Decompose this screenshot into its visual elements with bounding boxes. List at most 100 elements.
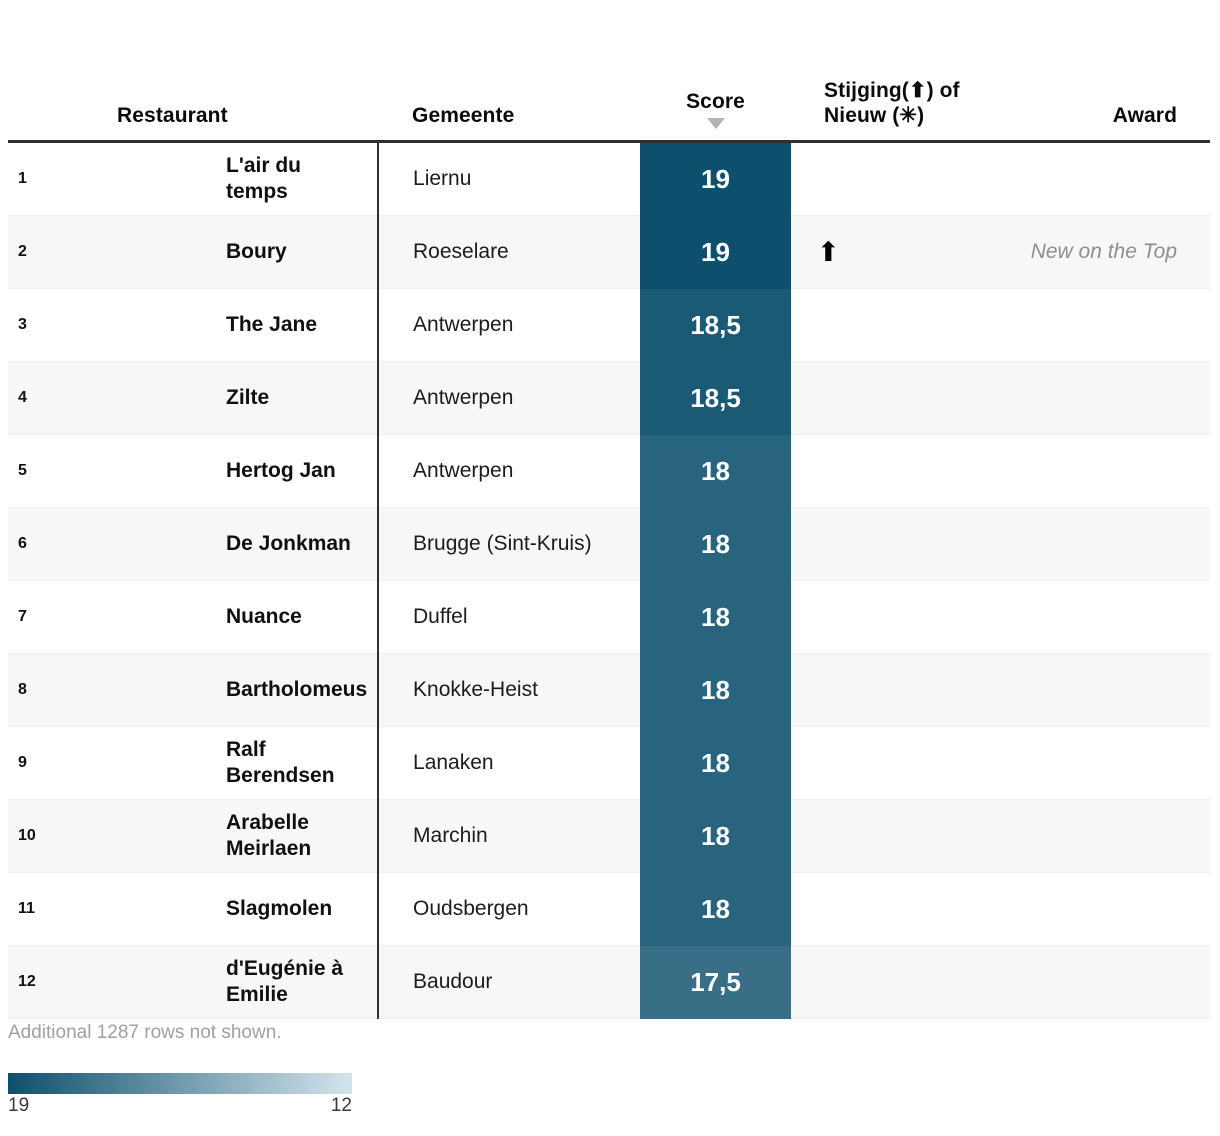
column-header-gemeente-label: Gemeente (412, 104, 515, 128)
row-rank: 1 (18, 170, 27, 187)
column-header-gemeente[interactable]: Gemeente (378, 40, 641, 143)
row-award: New on the Top (961, 215, 1211, 289)
row-rank: 7 (18, 608, 27, 625)
row-gemeente: Liernu (413, 166, 472, 190)
row-award (961, 945, 1211, 1019)
row-restaurant-name: Slagmolen (117, 872, 380, 946)
rows-not-shown-note: Additional 1287 rows not shown. (8, 1022, 282, 1043)
table-row[interactable]: 1 L'air du temps Liernu 19 (8, 141, 1211, 216)
row-award (961, 799, 1211, 873)
table-row[interactable]: 10 Arabelle Meirlaen Marchin 18 (8, 799, 1211, 873)
row-restaurant-name: Bartholomeus (117, 653, 380, 727)
row-gemeente: Marchin (378, 799, 641, 873)
table-row[interactable]: 9 Ralf Berendsen Lanaken 18 (8, 726, 1211, 800)
row-score: 17,5 (640, 945, 792, 1019)
row-rise-empty (791, 507, 962, 581)
row-award (961, 435, 1210, 508)
table-body: 1 L'air du temps Liernu 19 2 Boury Roeselare 19… (8, 141, 1211, 1019)
table-row[interactable]: 2 Boury Roeselare 19 ⬆ New on the Top (8, 215, 1211, 289)
table-row[interactable]: 8 Bartholomeus Knokke-Heist 18 (8, 653, 1211, 727)
row-score: 18 (640, 507, 792, 581)
row-award (961, 873, 1210, 946)
column-header-restaurant[interactable]: Restaurant (8, 40, 379, 143)
row-score: 18 (640, 872, 792, 946)
row-rise-empty (791, 581, 961, 654)
restaurant-ranking-table: Restaurant Gemeente Score Stijging(⬆) of… (8, 40, 1211, 1019)
row-score: 19 (640, 215, 792, 289)
row-gemeente: Roeselare (378, 215, 641, 289)
column-header-stijging-nieuw-label: Stijging(⬆) of Nieuw (✳) (824, 78, 960, 128)
row-rise-empty (791, 727, 961, 800)
row-rank: 6 (8, 507, 117, 581)
row-score: 18 (640, 434, 792, 508)
column-header-score[interactable]: Score (640, 40, 792, 143)
row-restaurant-name: d'Eugénie à Emilie (117, 945, 380, 1019)
table-row[interactable]: 12 d'Eugénie à Emilie Baudour 17,5 (8, 945, 1211, 1019)
row-score: 19 (640, 141, 792, 216)
color-legend: 19 12 (8, 1073, 352, 1121)
row-restaurant-name: Ralf Berendsen (117, 726, 380, 800)
caret-down-icon (706, 118, 725, 129)
column-header-restaurant-label: Restaurant (117, 104, 228, 128)
row-score: 18 (640, 726, 792, 800)
row-rise-empty (791, 873, 961, 946)
table-header: Restaurant Gemeente Score Stijging(⬆) of… (8, 40, 1211, 143)
row-restaurant-name: Hertog Jan (117, 434, 380, 508)
table-row[interactable]: 7 Nuance Duffel 18 (8, 580, 1211, 654)
table-header-row: Restaurant Gemeente Score Stijging(⬆) of… (8, 40, 1211, 143)
color-legend-gradient-bar (8, 1073, 352, 1094)
row-gemeente: Baudour (378, 945, 641, 1019)
row-rank: 5 (18, 462, 27, 479)
row-rise-empty (791, 945, 962, 1019)
row-award (961, 361, 1211, 435)
row-restaurant-name: Boury (117, 215, 380, 289)
row-gemeente: Antwerpen (378, 361, 641, 435)
column-header-award-label: Award (1112, 104, 1178, 128)
row-rank: 3 (18, 316, 27, 333)
row-award (961, 581, 1210, 654)
row-score: 18 (640, 799, 792, 873)
row-rise-arrow-up-icon: ⬆ (791, 215, 962, 289)
row-award (961, 653, 1211, 727)
row-rank: 11 (18, 900, 35, 917)
row-restaurant-name: Arabelle Meirlaen (117, 799, 380, 873)
row-restaurant-name: The Jane (117, 288, 380, 362)
row-gemeente: Brugge (Sint-Kruis) (378, 507, 641, 581)
row-gemeente: Oudsbergen (413, 896, 529, 920)
row-rise-empty (791, 435, 961, 508)
row-gemeente: Duffel (413, 604, 468, 628)
row-rise-empty (791, 799, 962, 873)
row-score: 18 (640, 653, 792, 727)
row-rise-empty (791, 289, 961, 362)
row-gemeente: Knokke-Heist (378, 653, 641, 727)
table-row[interactable]: 11 Slagmolen Oudsbergen 18 (8, 872, 1211, 946)
row-restaurant-name: L'air du temps (117, 141, 380, 216)
row-rise-empty (791, 142, 961, 216)
row-score: 18 (640, 580, 792, 654)
row-award (961, 142, 1210, 216)
visualization-page: Restaurant Gemeente Score Stijging(⬆) of… (0, 0, 1220, 1136)
table-row[interactable]: 3 The Jane Antwerpen 18,5 (8, 288, 1211, 362)
table-row[interactable]: 5 Hertog Jan Antwerpen 18 (8, 434, 1211, 508)
row-gemeente: Antwerpen (413, 458, 514, 482)
table-row[interactable]: 6 De Jonkman Brugge (Sint-Kruis) 18 (8, 507, 1211, 581)
row-restaurant-name: Zilte (117, 361, 380, 435)
row-rise-empty (791, 361, 962, 435)
row-score: 18,5 (640, 361, 792, 435)
color-legend-min-label: 19 (8, 1095, 30, 1116)
color-legend-max-label: 12 (330, 1095, 352, 1116)
row-rank: 9 (18, 754, 27, 771)
row-award (961, 289, 1210, 362)
row-rank: 10 (8, 799, 117, 873)
row-restaurant-name: De Jonkman (117, 507, 380, 581)
row-rank: 4 (8, 361, 117, 435)
column-header-stijging-nieuw[interactable]: Stijging(⬆) of Nieuw (✳) (791, 40, 962, 143)
row-rank: 8 (8, 653, 117, 727)
row-rise-empty (791, 653, 962, 727)
column-header-award[interactable]: Award (961, 40, 1211, 143)
column-header-score-label: Score (686, 90, 745, 114)
row-award (961, 727, 1210, 800)
table-row[interactable]: 4 Zilte Antwerpen 18,5 (8, 361, 1211, 435)
row-gemeente: Lanaken (413, 750, 494, 774)
row-restaurant-name: Nuance (117, 580, 380, 654)
